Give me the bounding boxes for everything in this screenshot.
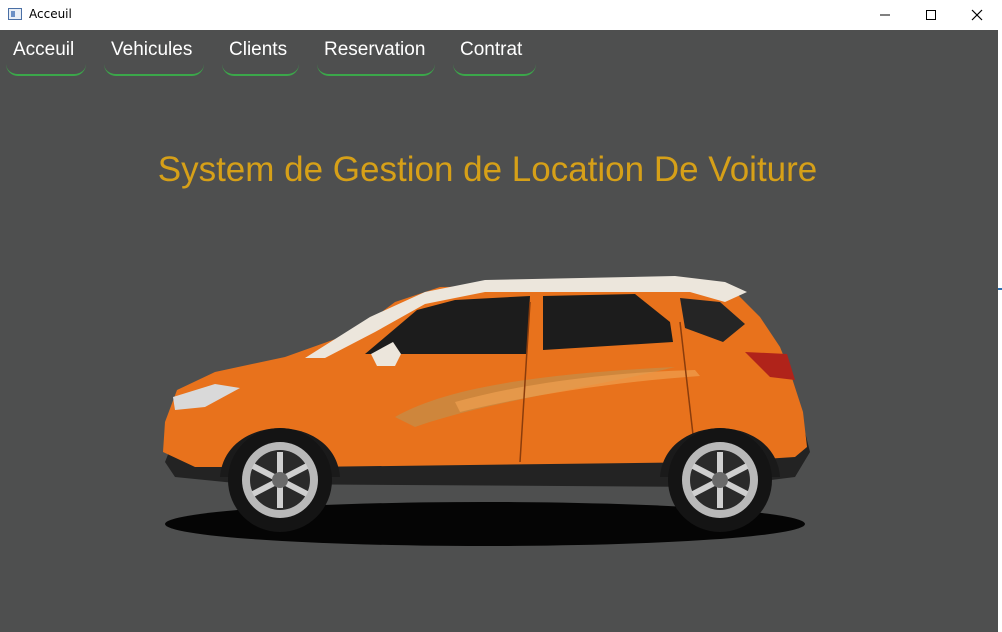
car-front-wheel bbox=[228, 428, 332, 532]
window-title: Acceuil bbox=[29, 7, 72, 21]
maximize-icon bbox=[926, 10, 936, 20]
title-bar[interactable]: Acceuil bbox=[0, 0, 998, 30]
main-window: Acceuil Acceuil Vehicules Clients Reserv… bbox=[0, 0, 1000, 632]
window-edge bbox=[998, 0, 1002, 632]
menu-underline-acceuil bbox=[6, 64, 86, 76]
menu-item-acceuil[interactable]: Acceuil bbox=[13, 39, 74, 61]
menu-bar: Acceuil Vehicules Clients Reservation Co… bbox=[0, 30, 998, 80]
menu-item-contrat[interactable]: Contrat bbox=[460, 39, 522, 61]
close-icon bbox=[971, 9, 983, 21]
car-image bbox=[163, 276, 810, 546]
menu-underline-clients bbox=[222, 64, 299, 76]
menu-underline-contrat bbox=[453, 64, 536, 76]
app-icon bbox=[8, 8, 22, 20]
close-button[interactable] bbox=[954, 0, 1000, 30]
menu-underline-reservation bbox=[317, 64, 435, 76]
minimize-button[interactable] bbox=[862, 0, 908, 30]
car-rear-wheel bbox=[668, 428, 772, 532]
minimize-icon bbox=[880, 14, 890, 16]
page-title: System de Gestion de Location De Voiture bbox=[157, 150, 818, 189]
maximize-button[interactable] bbox=[908, 0, 954, 30]
menu-item-clients[interactable]: Clients bbox=[229, 39, 287, 61]
menu-item-reservation[interactable]: Reservation bbox=[324, 39, 425, 61]
menu-underline-vehicules bbox=[104, 64, 204, 76]
menu-item-vehicules[interactable]: Vehicules bbox=[111, 39, 192, 61]
